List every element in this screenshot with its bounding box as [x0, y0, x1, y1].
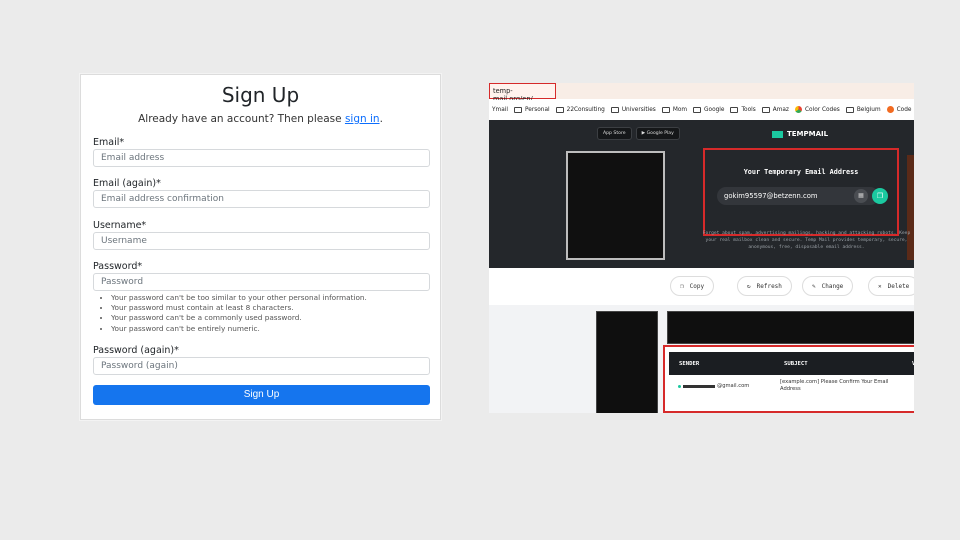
password-label: Password* [93, 261, 143, 272]
page-title: Sign Up [221, 83, 300, 107]
folder-icon [761, 106, 770, 113]
password-again-label: Password (again)* [93, 345, 179, 356]
folder-icon [730, 106, 739, 113]
folder-icon [555, 106, 564, 113]
bookmark-item[interactable]: Amaz [761, 106, 789, 113]
inbox-area: SENDER SUBJECT VI @gmail.com [example.co… [489, 305, 914, 413]
bookmark-item[interactable]: Tools [730, 106, 756, 113]
ad-banner [566, 151, 665, 260]
unread-dot-icon [678, 384, 681, 388]
username-field[interactable]: Username [93, 232, 430, 250]
pencil-icon: ✎ [812, 282, 816, 290]
refresh-button[interactable]: ↻ Refresh [737, 276, 792, 296]
bookmarks-bar: Ymail Personal 22Consulting Universities… [489, 100, 914, 119]
sender-column: SENDER [679, 361, 700, 367]
envelope-icon [772, 130, 783, 138]
bookmark-item[interactable]: Universities [610, 106, 656, 113]
username-label: Username* [93, 220, 147, 231]
colorwheel-icon [794, 106, 802, 113]
app-store-button[interactable]: App Store [597, 127, 632, 140]
tempmail-hero: App Store ▶ Google Play TEMPMAIL Your Te… [489, 120, 914, 268]
bookmark-item[interactable]: Personal [513, 106, 550, 113]
copy-button[interactable]: ❐ Copy [670, 276, 715, 296]
signin-link[interactable]: sign in [345, 113, 380, 125]
password-rule: Your password can't be entirely numeric. [111, 324, 367, 334]
bookmark-item[interactable]: Code [886, 106, 911, 113]
password-rule: Your password can't be a commonly used p… [111, 313, 367, 323]
close-icon: ✕ [878, 282, 882, 290]
signin-prompt: Already have an account? Then please sig… [81, 113, 440, 125]
password-again-field[interactable]: Password (again) [93, 357, 430, 375]
bookmark-item[interactable]: 22Consulting [555, 106, 605, 113]
bookmark-item[interactable]: Mom [661, 106, 687, 113]
view-column: VI [912, 361, 914, 367]
tempmail-description: Forget about spam, advertising mailings,… [702, 231, 911, 250]
message-subject: [example.com] Please Confirm Your Email … [780, 379, 889, 392]
bookmark-item[interactable]: Ymail [492, 107, 508, 113]
temp-email-title: Your Temporary Email Address [743, 168, 859, 176]
signup-card: Sign Up Already have an account? Then pl… [80, 74, 441, 420]
redacted-sender [683, 384, 715, 388]
address-bar: temp-mail.org/en/ [489, 83, 914, 103]
temp-email-field[interactable]: gokim95597@betzenn.com ▦ ❐ [717, 187, 888, 205]
folder-icon [845, 106, 854, 113]
inbox-highlight: SENDER SUBJECT VI @gmail.com [example.co… [663, 345, 914, 413]
tempmail-screenshot: temp-mail.org/en/ Ymail Personal 22Consu… [489, 83, 914, 413]
bookmark-item[interactable]: Google [693, 106, 724, 113]
bookmark-item[interactable]: Color Codes [794, 106, 840, 113]
password-rules: Your password can't be too similar to yo… [103, 293, 367, 334]
qr-code-icon[interactable]: ▦ [854, 189, 868, 203]
copy-icon: ❐ [680, 282, 684, 290]
email-label: Email* [93, 137, 125, 148]
email-field[interactable]: Email address [93, 149, 430, 167]
store-buttons: App Store ▶ Google Play [597, 127, 680, 140]
code-icon [886, 106, 894, 113]
email-again-label: Email (again)* [93, 178, 161, 189]
password-field[interactable]: Password [93, 273, 430, 291]
email-again-field[interactable]: Email address confirmation [93, 190, 430, 208]
signup-button[interactable]: Sign Up [93, 385, 430, 405]
folder-icon [610, 106, 619, 113]
inbox-row[interactable]: @gmail.com [example.com] Please Confirm … [669, 375, 914, 405]
password-rule: Your password must contain at least 8 ch… [111, 303, 367, 313]
change-button[interactable]: ✎ Change [802, 276, 854, 296]
signin-prompt-text: Already have an account? Then please [138, 113, 345, 125]
message-sender: @gmail.com [678, 383, 749, 389]
copy-icon[interactable]: ❐ [872, 188, 888, 204]
signin-prompt-suffix: . [379, 113, 383, 125]
google-play-button[interactable]: ▶ Google Play [635, 127, 680, 140]
ad-banner [596, 311, 658, 413]
inbox-header: SENDER SUBJECT VI [669, 352, 914, 375]
url-highlight[interactable]: temp-mail.org/en/ [489, 83, 556, 103]
tempmail-logo[interactable]: TEMPMAIL [772, 130, 828, 138]
delete-button[interactable]: ✕ Delete [868, 276, 914, 296]
subject-column: SUBJECT [784, 361, 808, 367]
temp-email-highlight: Your Temporary Email Address gokim95597@… [703, 148, 899, 236]
bookmark-item[interactable]: Belgium [845, 106, 881, 113]
email-actions: ❐ Copy ↻ Refresh ✎ Change ✕ Delete [489, 268, 914, 305]
password-rule: Your password can't be too similar to yo… [111, 293, 367, 303]
ad-banner [667, 311, 914, 344]
refresh-icon: ↻ [747, 282, 751, 290]
temp-email-value: gokim95597@betzenn.com [724, 192, 818, 200]
folder-icon [693, 106, 702, 113]
folder-icon [661, 106, 670, 113]
folder-icon [513, 106, 522, 113]
